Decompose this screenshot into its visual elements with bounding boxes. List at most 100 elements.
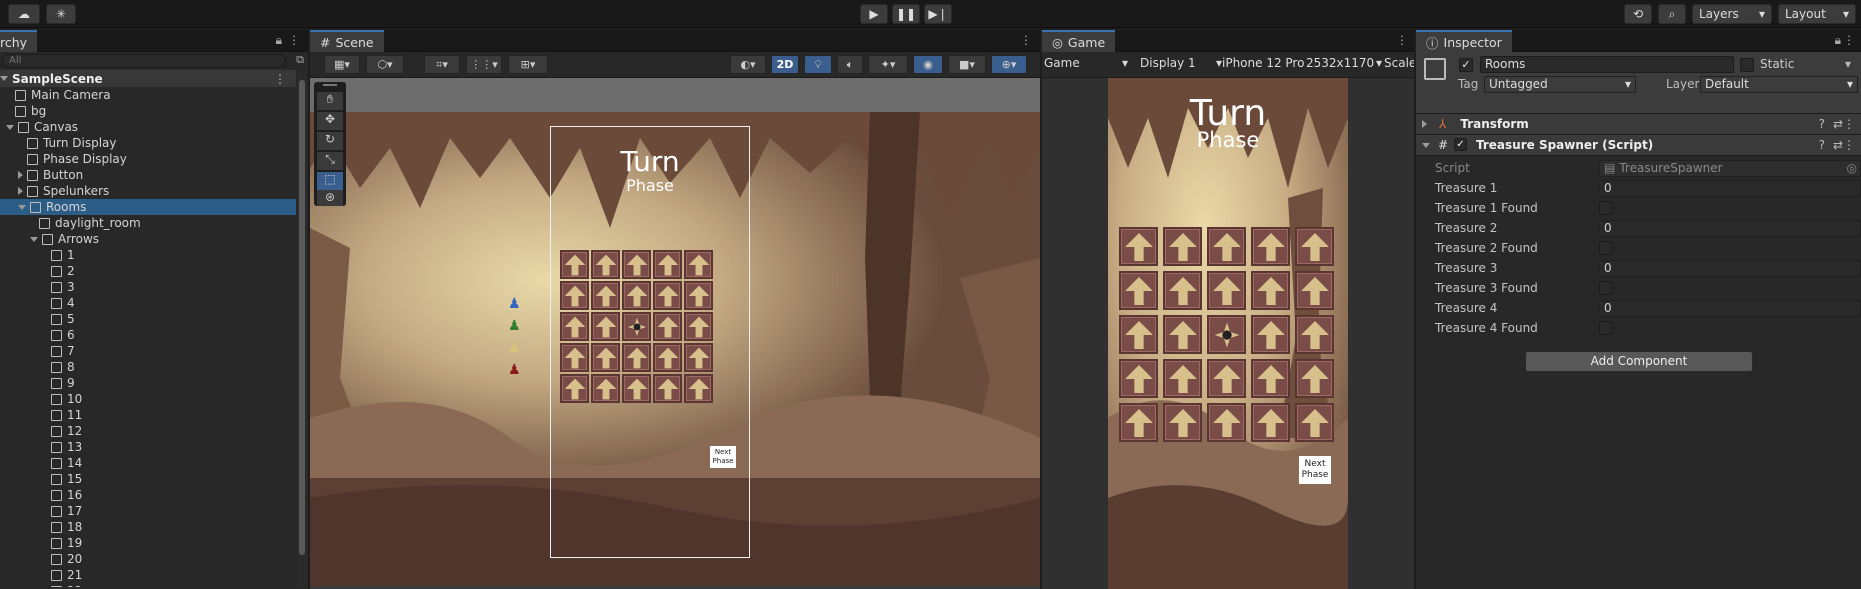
collapsed-arrow-icon[interactable] — [18, 171, 23, 179]
room-tile[interactable] — [591, 281, 620, 310]
help-icon[interactable]: ? — [1819, 117, 1825, 131]
room-tile[interactable] — [591, 343, 620, 372]
tab-game[interactable]: ◎ Game — [1042, 30, 1116, 52]
room-tile[interactable] — [622, 281, 651, 310]
expand-arrow-icon[interactable] — [30, 236, 38, 242]
hierarchy-item[interactable]: 20 — [0, 551, 296, 567]
object-picker-icon[interactable]: ◎ — [1847, 161, 1857, 175]
rotate-tool[interactable]: ↻ — [317, 132, 343, 150]
room-tile[interactable] — [1295, 227, 1334, 266]
hierarchy-item[interactable]: daylight_room — [0, 215, 296, 231]
move-tool[interactable]: ✥ — [317, 112, 343, 130]
snap-button[interactable]: ⌗▾ — [424, 55, 460, 74]
room-tile[interactable] — [1119, 359, 1158, 398]
room-tile[interactable] — [653, 312, 682, 341]
room-tile[interactable] — [653, 343, 682, 372]
tab-inspector[interactable]: ⓘ Inspector — [1416, 30, 1512, 52]
room-tile[interactable] — [1251, 359, 1290, 398]
spelunker-blue[interactable]: ♟ — [508, 296, 521, 312]
room-tile[interactable] — [560, 312, 589, 341]
view-options-button[interactable]: ⬡▾ — [366, 55, 404, 74]
hierarchy-item[interactable]: 16 — [0, 487, 296, 503]
room-tile[interactable] — [1163, 271, 1202, 310]
scrollbar-thumb[interactable] — [299, 80, 305, 555]
search-button[interactable]: ⌕ — [1658, 4, 1686, 24]
hierarchy-item[interactable]: 9 — [0, 375, 296, 391]
shading-button[interactable]: ◐▾ — [730, 55, 766, 74]
hierarchy-item[interactable]: 2 — [0, 263, 296, 279]
hierarchy-item[interactable]: Spelunkers — [0, 183, 296, 199]
field-checkbox[interactable] — [1599, 241, 1613, 255]
spelunker-yellow[interactable]: ♟ — [508, 340, 521, 356]
expand-arrow-icon[interactable] — [18, 204, 26, 210]
room-tile[interactable] — [622, 374, 651, 403]
hierarchy-item[interactable]: 12 — [0, 423, 296, 439]
room-tile[interactable] — [1295, 271, 1334, 310]
grid-snap-button[interactable]: ⋮⋮▾ — [466, 55, 502, 74]
effects-button[interactable]: ✦▾ — [868, 55, 908, 74]
play-button[interactable]: ▶ — [860, 4, 888, 24]
draw-mode-button[interactable]: ▦▾ — [324, 55, 360, 74]
2d-toggle[interactable]: 2D — [771, 55, 799, 74]
add-component-button[interactable]: Add Component — [1525, 351, 1753, 372]
game-mode-dropdown[interactable]: Game ▾ — [1044, 56, 1128, 73]
expand-arrow-icon[interactable] — [1422, 142, 1430, 148]
enabled-checkbox[interactable]: ✓ — [1454, 138, 1467, 151]
room-tile[interactable] — [684, 374, 713, 403]
hierarchy-item[interactable]: 8 — [0, 359, 296, 375]
field-checkbox[interactable] — [1599, 321, 1613, 335]
room-tile[interactable] — [1119, 315, 1158, 354]
expand-arrow-icon[interactable] — [6, 124, 14, 130]
kebab-menu-icon[interactable]: ⋮ — [1843, 33, 1855, 47]
field-checkbox[interactable] — [1599, 281, 1613, 295]
expand-arrow-icon[interactable] — [1422, 120, 1427, 128]
room-tile[interactable] — [653, 281, 682, 310]
game-screen[interactable]: Turn Phase Next Phase — [1108, 78, 1348, 589]
layers-dropdown[interactable]: Layers ▾ — [1692, 4, 1772, 24]
phase-display-text[interactable]: Phase — [610, 176, 690, 195]
preset-icon[interactable]: ⇄ — [1833, 117, 1843, 131]
rooms-grid[interactable] — [1119, 227, 1338, 444]
scene-viewport[interactable]: Turn Phase Next Phase ♟ ♟ ♟ ♟ ✋︎ ✥ ↻ ⤡ ⬚ … — [310, 78, 1040, 589]
kebab-menu-icon[interactable]: ⋮ — [1843, 138, 1855, 152]
hierarchy-item[interactable]: 4 — [0, 295, 296, 311]
next-phase-button[interactable]: Next Phase — [710, 446, 736, 468]
room-tile[interactable] — [1207, 403, 1246, 442]
collapsed-arrow-icon[interactable] — [18, 187, 23, 195]
account-button[interactable]: ☁ — [8, 4, 40, 24]
rect-tool[interactable]: ⬚ — [317, 172, 343, 190]
room-tile[interactable] — [1251, 403, 1290, 442]
room-tile[interactable] — [1119, 227, 1158, 266]
tab-hierarchy[interactable]: rchy — [0, 30, 38, 52]
step-button[interactable]: ▶❘ — [924, 4, 952, 24]
hierarchy-search-input[interactable]: All — [2, 54, 286, 68]
kebab-menu-icon[interactable]: ⋮ — [1843, 117, 1855, 131]
hierarchy-item[interactable]: bg — [0, 103, 296, 119]
room-tile[interactable] — [1119, 403, 1158, 442]
hand-tool[interactable]: ✋︎ — [317, 92, 343, 110]
hierarchy-item[interactable]: 17 — [0, 503, 296, 519]
room-tile[interactable] — [653, 374, 682, 403]
field-int-input[interactable]: 0 — [1599, 299, 1861, 317]
transform-component-header[interactable]: ⅄ Transform ? ⇄ ⋮ — [1416, 114, 1861, 135]
turn-display-text[interactable]: Turn — [610, 148, 690, 176]
active-checkbox[interactable]: ✓ — [1459, 58, 1473, 72]
room-tile[interactable] — [1163, 315, 1202, 354]
hierarchy-item[interactable]: 13 — [0, 439, 296, 455]
hierarchy-item[interactable]: 14 — [0, 455, 296, 471]
transform-tool[interactable]: ⊛ — [317, 190, 343, 206]
static-dropdown-icon[interactable]: ▾ — [1845, 57, 1851, 71]
hierarchy-scrollbar[interactable] — [297, 72, 307, 587]
room-tile[interactable] — [560, 343, 589, 372]
room-tile[interactable] — [1207, 315, 1246, 354]
layout-dropdown[interactable]: Layout ▾ — [1778, 4, 1856, 24]
hierarchy-item[interactable]: Rooms — [0, 199, 296, 215]
increment-snap-button[interactable]: ⊞▾ — [508, 55, 548, 74]
hierarchy-item[interactable]: 22 — [0, 583, 296, 587]
room-tile[interactable] — [591, 312, 620, 341]
visibility-toggle[interactable]: ◉ — [913, 55, 943, 74]
room-tile[interactable] — [1207, 271, 1246, 310]
lock-icon[interactable]: 🔒︎ — [1835, 33, 1841, 48]
hierarchy-item[interactable]: Arrows — [0, 231, 296, 247]
hierarchy-item[interactable]: Button — [0, 167, 296, 183]
